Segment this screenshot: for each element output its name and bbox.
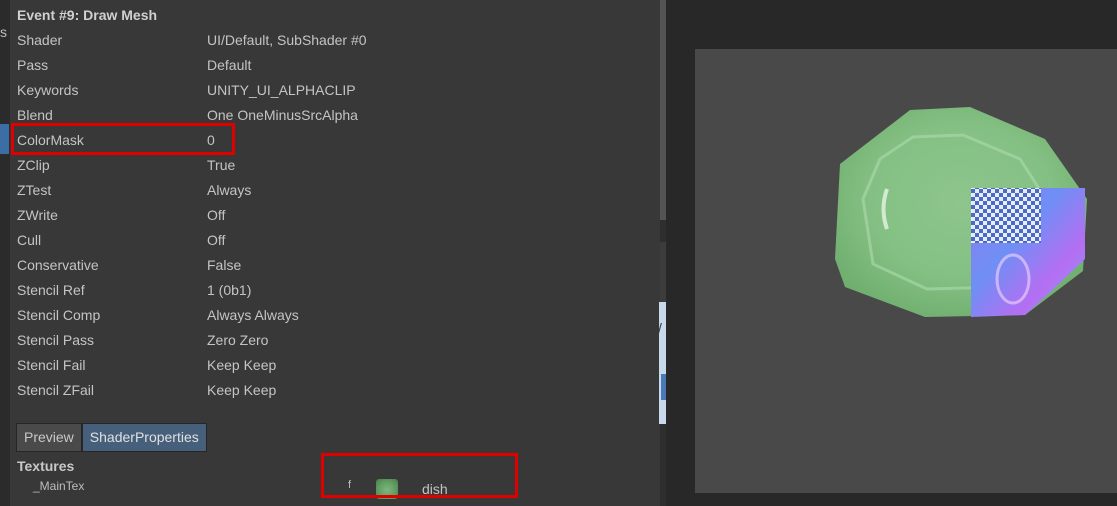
left-gutter: s [0,0,10,506]
textures-section-title: Textures [17,458,75,474]
property-value: Default [207,57,252,73]
property-value: False [207,257,242,273]
property-value: 1 (0b1) [207,282,252,298]
property-name: Pass [17,57,49,73]
frame-debugger-details-panel: s Event #9: Draw Mesh Shader UI/Default,… [0,0,660,506]
selected-event-marker[interactable] [0,124,9,154]
property-name: ZTest [17,182,52,198]
property-value: Off [207,207,226,223]
property-name: ZClip [17,157,50,173]
property-value: One OneMinusSrcAlpha [207,107,358,123]
texture-highlight-box [321,453,518,498]
property-name: Shader [17,32,63,48]
property-value: UI/Default, SubShader #0 [207,32,367,48]
details-tab-bar: Preview ShaderProperties [16,423,207,452]
property-value: Keep Keep [207,357,277,373]
property-name: Stencil ZFail [17,382,95,398]
property-name: Keywords [17,82,79,98]
property-value: Always [207,182,252,198]
strip-fragment: / [658,320,662,336]
event-title: Event #9: Draw Mesh [17,7,158,23]
property-value: Always Always [207,307,299,323]
colormask-highlight-box [11,123,235,155]
texture-property-name: _MainTex [33,479,85,493]
property-value: True [207,157,236,173]
tab-shader-properties[interactable]: ShaderProperties [81,423,207,452]
property-value: UNITY_UI_ALPHACLIP [207,82,356,98]
property-name: Conservative [17,257,99,273]
property-value: Off [207,232,226,248]
property-name: Stencil Fail [17,357,86,373]
property-name: ZWrite [17,207,58,223]
gutter-fragment: s [0,24,7,40]
render-preview [695,49,1117,493]
property-name: Stencil Pass [17,332,95,348]
property-value: Zero Zero [207,332,269,348]
property-name: Stencil Ref [17,282,85,298]
property-name: Stencil Comp [17,307,101,323]
property-name: Blend [17,107,53,123]
checker-texture-patch [971,188,1041,243]
dish-render [835,107,1087,317]
tab-preview[interactable]: Preview [16,423,82,452]
property-name: Cull [17,232,42,248]
property-value: Keep Keep [207,382,277,398]
